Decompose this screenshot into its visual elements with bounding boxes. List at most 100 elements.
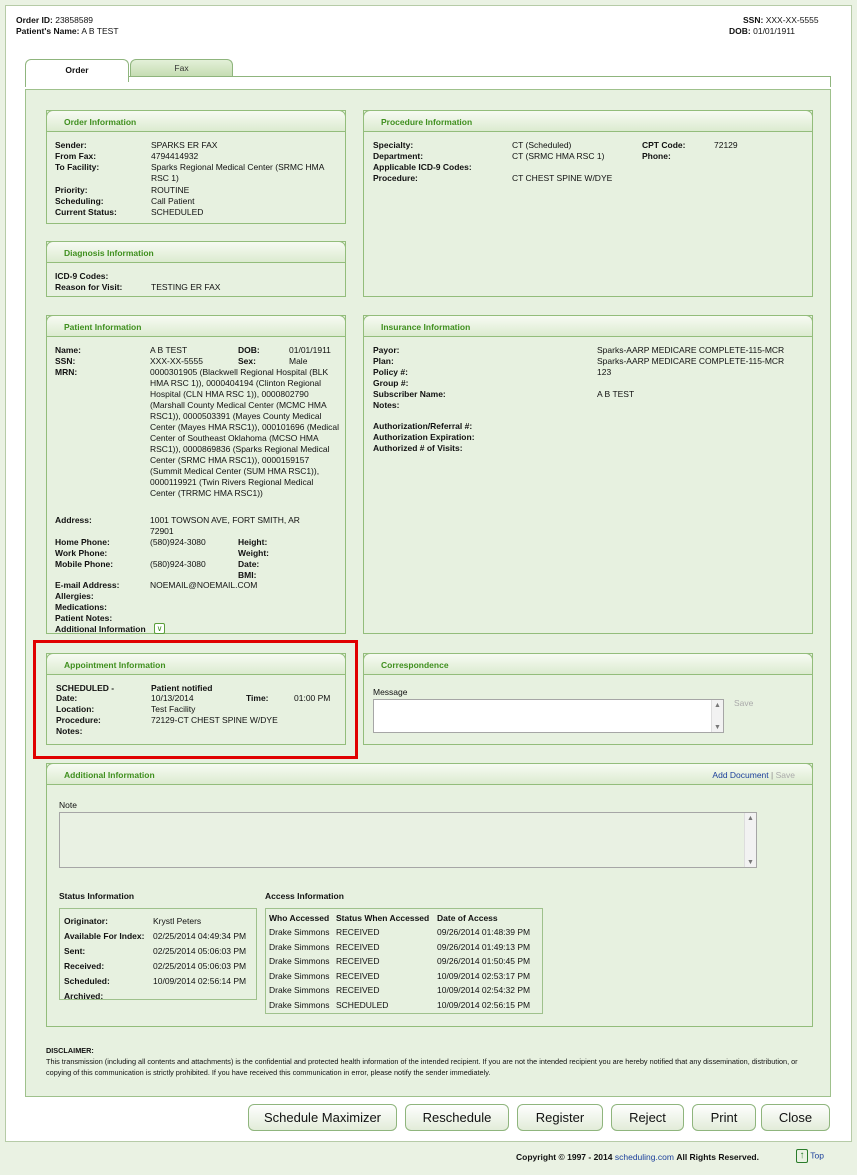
department-value: CT (SRMC HMA RSC 1) bbox=[512, 151, 605, 161]
status-row-label: Available For Index: bbox=[64, 931, 145, 941]
access-row-who: Drake Simmons bbox=[269, 941, 330, 952]
message-scrollbar[interactable]: ▲ ▼ bbox=[711, 700, 723, 732]
message-label: Message bbox=[373, 687, 408, 697]
reject-button[interactable]: Reject bbox=[611, 1104, 684, 1131]
status-row-label: Archived: bbox=[64, 991, 104, 1001]
specialty-value: CT (Scheduled) bbox=[512, 140, 572, 150]
status-row-value: 02/25/2014 05:06:03 PM bbox=[153, 961, 247, 971]
access-row-status: RECEIVED bbox=[336, 927, 380, 937]
message-input[interactable]: ▲ ▼ bbox=[373, 699, 724, 733]
top-arrow-icon[interactable]: ↑ bbox=[796, 1149, 808, 1163]
priority-value: ROUTINE bbox=[151, 185, 190, 195]
insurance-notes-label: Notes: bbox=[373, 400, 400, 410]
top-link[interactable]: ↑ Top bbox=[796, 1149, 824, 1163]
mrn-value: 0000301905 (Blackwell Regional Hospital … bbox=[150, 367, 339, 498]
address-value: 1001 TOWSON AVE, FORT SMITH, AR 72901 bbox=[150, 515, 300, 536]
expand-icon[interactable]: ∨ bbox=[154, 623, 165, 634]
access-row-date: 10/09/2014 02:54:32 PM bbox=[437, 985, 531, 996]
access-row-who: Drake Simmons bbox=[269, 970, 330, 981]
note-scrollbar[interactable]: ▲ ▼ bbox=[744, 813, 756, 867]
payor-label: Payor: bbox=[373, 345, 400, 355]
additional-information-title: Additional Information bbox=[46, 763, 813, 785]
email-label: E-mail Address: bbox=[55, 580, 120, 590]
additional-information-panel: Additional Information Add Document | Sa… bbox=[46, 763, 813, 1027]
access-row-date: 09/26/2014 01:50:45 PM bbox=[437, 956, 531, 967]
ssn-label: SSN: bbox=[743, 15, 764, 25]
sender-value: SPARKS ER FAX bbox=[151, 140, 218, 150]
add-document-link[interactable]: Add Document bbox=[712, 770, 768, 780]
procedure-information-title: Procedure Information bbox=[363, 110, 813, 132]
tab-fax[interactable]: Fax bbox=[130, 59, 233, 76]
from-fax-label: From Fax: bbox=[55, 151, 97, 161]
status-row-label: Received: bbox=[64, 961, 105, 971]
home-phone-value: (580)924-3080 bbox=[150, 537, 206, 547]
patient-notes-label: Patient Notes: bbox=[55, 613, 113, 623]
patient-information-panel: Patient Information Name: A B TEST DOB: … bbox=[46, 315, 346, 634]
access-row-date: 10/09/2014 02:56:15 PM bbox=[437, 1000, 531, 1010]
status-row-label: Sent: bbox=[64, 946, 86, 956]
note-input[interactable]: ▲ ▼ bbox=[59, 812, 757, 868]
access-row-status: SCHEDULED bbox=[336, 1000, 389, 1010]
status-information-table: Originator: Krystl Peters Available For In… bbox=[59, 908, 257, 1001]
icd9-label: ICD-9 Codes: bbox=[55, 271, 109, 281]
register-button[interactable]: Register bbox=[517, 1104, 603, 1131]
group-label: Group #: bbox=[373, 378, 409, 388]
copyright-text: Copyright © 1997 - 2014 bbox=[516, 1152, 613, 1162]
correspondence-save-button[interactable]: Save bbox=[734, 698, 753, 709]
status-row-value: 02/25/2014 05:06:03 PM bbox=[153, 946, 247, 956]
reason-for-visit-label: Reason for Visit: bbox=[55, 282, 123, 292]
print-button[interactable]: Print bbox=[692, 1104, 756, 1131]
additional-actions: Add Document | Save bbox=[712, 770, 795, 780]
access-header: Date of Access bbox=[437, 913, 498, 923]
order-information-panel: Order Information Sender: SPARKS ER FAX … bbox=[46, 110, 346, 224]
note-label: Note bbox=[59, 800, 77, 810]
scroll-down-icon[interactable]: ▼ bbox=[747, 859, 754, 866]
dob-label: DOB: bbox=[729, 26, 751, 36]
insurance-information-panel: Insurance Information Payor: Sparks-AARP… bbox=[363, 315, 813, 634]
access-row-status: RECEIVED bbox=[336, 956, 380, 967]
site-link[interactable]: scheduling.com bbox=[615, 1152, 674, 1162]
access-header: Status When Accessed bbox=[336, 913, 430, 923]
authorization-expiration-label: Authorization Expiration: bbox=[373, 432, 475, 442]
diagnosis-information-title: Diagnosis Information bbox=[46, 241, 346, 263]
close-button[interactable]: Close bbox=[761, 1104, 830, 1131]
scroll-down-icon[interactable]: ▼ bbox=[714, 724, 721, 731]
access-row-status: RECEIVED bbox=[336, 941, 380, 952]
diagnosis-information-panel: Diagnosis Information ICD-9 Codes: Reaso… bbox=[46, 241, 346, 297]
correspondence-panel: Correspondence Message ▲ ▼ Save bbox=[363, 653, 813, 745]
current-status-label: Current Status: bbox=[55, 207, 117, 217]
additional-save-link[interactable]: Save bbox=[776, 770, 795, 780]
patient-name-value: A B TEST bbox=[150, 345, 188, 355]
height-label: Height: bbox=[238, 537, 268, 547]
work-phone-label: Work Phone: bbox=[55, 548, 108, 558]
access-row-who: Drake Simmons bbox=[269, 927, 330, 937]
scroll-up-icon[interactable]: ▲ bbox=[747, 815, 754, 822]
patient-name: A B TEST bbox=[81, 26, 119, 36]
reschedule-button[interactable]: Reschedule bbox=[405, 1104, 509, 1131]
access-information-table: Who Accessed Status When Accessed Date of … bbox=[265, 908, 543, 1014]
cpt-code-value: 72129 bbox=[714, 140, 738, 150]
home-phone-label: Home Phone: bbox=[55, 537, 110, 547]
allergies-label: Allergies: bbox=[55, 591, 94, 601]
scroll-up-icon[interactable]: ▲ bbox=[714, 702, 721, 709]
patient-ssn-value: XXX-XX-5555 bbox=[150, 356, 203, 366]
procedure-information-panel: Procedure Information Specialty: CT (Sch… bbox=[363, 110, 813, 297]
from-fax-value: 4794414932 bbox=[151, 151, 199, 161]
access-row-date: 09/26/2014 01:48:39 PM bbox=[437, 927, 531, 937]
disclaimer-text: This transmission (including all content… bbox=[46, 1057, 798, 1077]
disclaimer: DISCLAIMER: This transmission (including… bbox=[46, 1045, 811, 1078]
policy-value: 123 bbox=[597, 367, 612, 377]
ssn-value: XXX-XX-5555 bbox=[765, 15, 819, 25]
tab-bar-line bbox=[25, 76, 831, 87]
tab-order[interactable]: Order bbox=[25, 59, 129, 82]
status-row-value: Krystl Peters bbox=[153, 916, 202, 926]
schedule-maximizer-button[interactable]: Schedule Maximizer bbox=[248, 1104, 397, 1131]
top-link-label[interactable]: Top bbox=[810, 1150, 824, 1160]
plan-label: Plan: bbox=[373, 356, 394, 366]
cpt-code-label: CPT Code: bbox=[642, 140, 686, 150]
status-row-value: 02/25/2014 04:49:34 PM bbox=[153, 931, 247, 941]
rights-text: All Rights Reserved. bbox=[676, 1152, 759, 1162]
payor-value: Sparks-AARP MEDICARE COMPLETE-115-MCR bbox=[597, 345, 785, 355]
status-row-value: 10/09/2014 02:56:14 PM bbox=[153, 976, 247, 986]
patient-header: SSN: XXX-XX-5555 DOB: 01/01/1911 bbox=[729, 15, 819, 37]
